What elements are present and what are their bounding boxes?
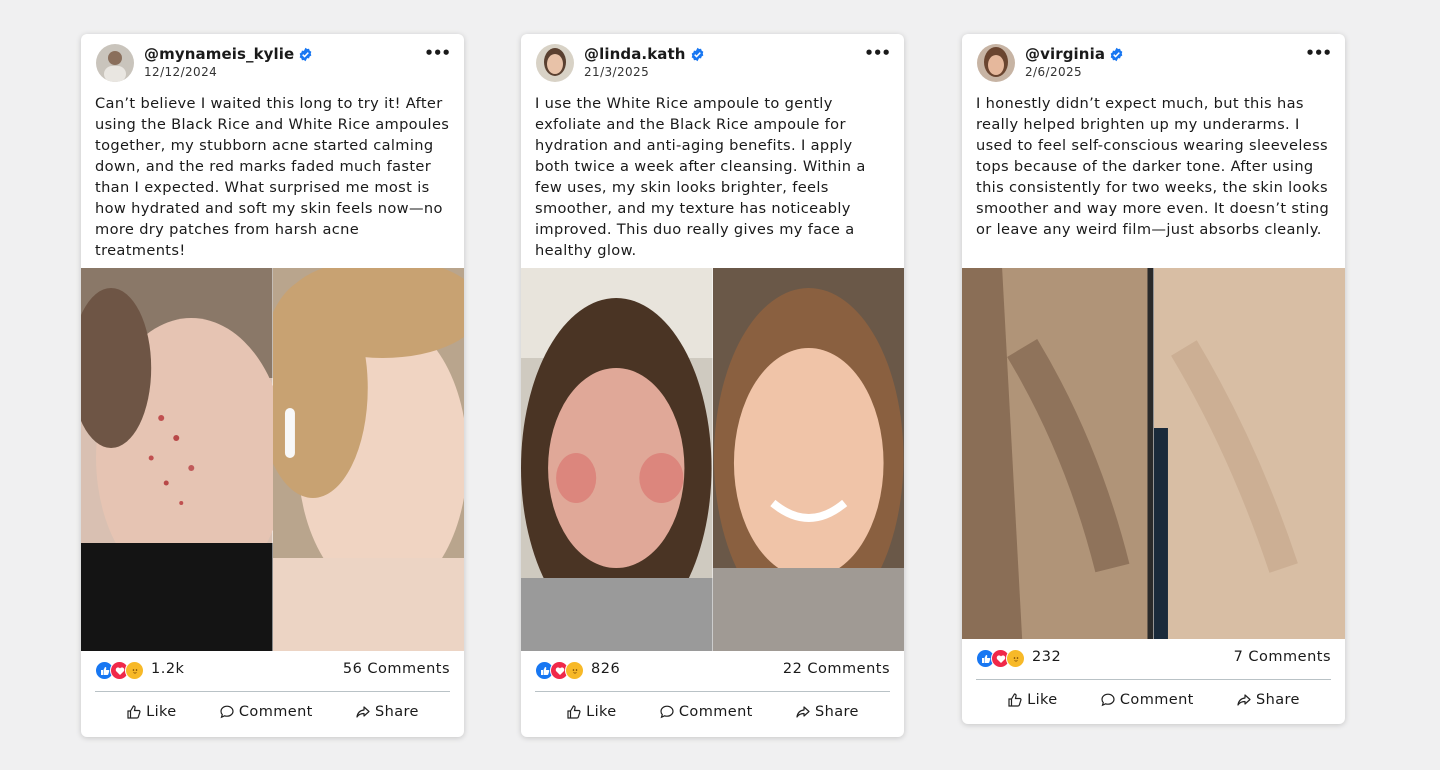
comment-button[interactable]: Comment <box>1100 692 1194 708</box>
username-text[interactable]: @linda.kath <box>584 45 686 63</box>
thumbs-up-icon <box>1008 693 1022 707</box>
comment-icon <box>1101 693 1115 707</box>
post-text: I use the White Rice ampoule to gently e… <box>535 95 866 259</box>
post-header: @virginia 2/6/2025 ••• <box>962 34 1345 90</box>
review-card-1: @mynameis_kylie 12/12/2024 ••• Can’t bel… <box>81 34 464 737</box>
username[interactable]: @mynameis_kylie <box>144 45 313 63</box>
review-card-2: @linda.kath 21/3/2025 ••• I use the Whit… <box>521 34 904 737</box>
thumbs-up-icon <box>567 705 581 719</box>
reaction-icons[interactable] <box>535 661 584 680</box>
reaction-count[interactable]: 826 <box>591 661 620 677</box>
care-reaction-icon <box>565 661 584 680</box>
comment-icon <box>660 705 674 719</box>
comment-button[interactable]: Comment <box>219 704 313 720</box>
share-icon <box>1237 694 1251 706</box>
comment-button[interactable]: Comment <box>659 704 753 720</box>
verified-badge-icon <box>299 47 312 61</box>
more-options-icon[interactable]: ••• <box>1305 46 1332 61</box>
comment-count[interactable]: 56 Comments <box>343 661 450 677</box>
more-options-icon[interactable]: ••• <box>864 46 891 61</box>
share-button[interactable]: Share <box>795 704 859 720</box>
comment-label: Comment <box>1119 692 1194 708</box>
verified-badge-icon <box>1110 47 1123 61</box>
share-button[interactable]: Share <box>1236 692 1300 708</box>
care-reaction-icon <box>125 661 144 680</box>
username-text[interactable]: @mynameis_kylie <box>144 45 294 63</box>
more-options-icon[interactable]: ••• <box>424 46 451 61</box>
comment-label: Comment <box>238 704 313 720</box>
after-photo <box>257 268 464 651</box>
action-bar: Like Comment Share <box>81 692 464 732</box>
before-after-photo[interactable] <box>521 268 904 651</box>
comment-count[interactable]: 7 Comments <box>1234 649 1331 665</box>
like-label: Like <box>146 704 177 720</box>
post-date: 12/12/2024 <box>144 65 218 79</box>
like-label: Like <box>1027 692 1058 708</box>
reaction-bar: 232 7 Comments <box>976 639 1331 680</box>
before-after-photo[interactable] <box>962 268 1345 639</box>
before-photo <box>521 268 713 651</box>
after-photo <box>1153 268 1345 639</box>
post-date: 2/6/2025 <box>1025 65 1083 79</box>
reaction-count[interactable]: 1.2k <box>151 661 184 677</box>
share-label: Share <box>815 704 859 720</box>
like-button[interactable]: Like <box>126 704 177 720</box>
username[interactable]: @virginia <box>1025 45 1124 63</box>
before-photo <box>81 268 287 651</box>
username[interactable]: @linda.kath <box>584 45 705 63</box>
avatar[interactable] <box>536 44 574 82</box>
share-label: Share <box>1256 692 1300 708</box>
like-button[interactable]: Like <box>1007 692 1058 708</box>
post-header: @mynameis_kylie 12/12/2024 ••• <box>81 34 464 90</box>
review-card-3: @virginia 2/6/2025 ••• I honestly didn’t… <box>962 34 1345 724</box>
comment-icon <box>220 705 234 719</box>
post-date: 21/3/2025 <box>584 65 650 79</box>
avatar[interactable] <box>977 44 1015 82</box>
avatar[interactable] <box>96 44 134 82</box>
post-text: Can’t believe I waited this long to try … <box>95 95 450 259</box>
before-photo <box>962 268 1154 639</box>
comment-label: Comment <box>678 704 753 720</box>
thumbs-up-icon <box>127 705 141 719</box>
reaction-bar: 1.2k 56 Comments <box>95 651 450 692</box>
after-photo <box>712 268 904 651</box>
like-label: Like <box>586 704 617 720</box>
post-text: I honestly didn’t expect much, but this … <box>976 95 1330 238</box>
username-text[interactable]: @virginia <box>1025 45 1105 63</box>
reaction-bar: 826 22 Comments <box>535 651 890 692</box>
reaction-icons[interactable] <box>95 661 144 680</box>
reaction-icons[interactable] <box>976 649 1025 668</box>
like-button[interactable]: Like <box>566 704 617 720</box>
verified-badge-icon <box>691 47 703 61</box>
action-bar: Like Comment Share <box>962 680 1345 720</box>
action-bar: Like Comment Share <box>521 692 904 732</box>
share-label: Share <box>375 704 419 720</box>
share-icon <box>356 706 370 718</box>
post-header: @linda.kath 21/3/2025 ••• <box>521 34 904 90</box>
care-reaction-icon <box>1006 649 1025 668</box>
comment-count[interactable]: 22 Comments <box>783 661 890 677</box>
share-icon <box>796 706 810 718</box>
reaction-count[interactable]: 232 <box>1032 649 1061 665</box>
before-after-photo[interactable] <box>81 268 464 651</box>
share-button[interactable]: Share <box>355 704 419 720</box>
